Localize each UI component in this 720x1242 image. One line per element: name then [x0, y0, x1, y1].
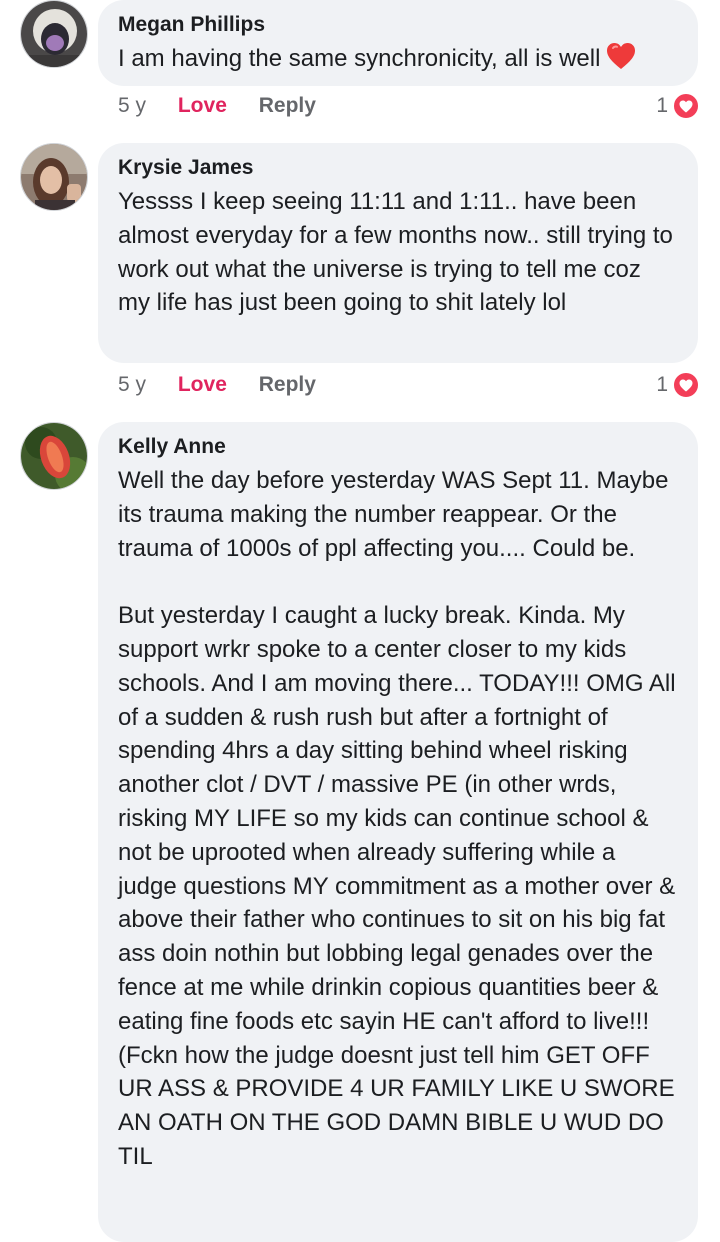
- heart-reaction-icon: [672, 371, 700, 399]
- red-heart-icon: [606, 42, 636, 80]
- reaction-count: 1: [656, 94, 668, 117]
- love-button[interactable]: Love: [178, 94, 227, 117]
- comment-timestamp[interactable]: 5 y: [118, 373, 146, 396]
- reaction-summary[interactable]: 1: [656, 91, 700, 121]
- avatar[interactable]: [20, 0, 88, 68]
- comment-author[interactable]: Megan Phillips: [118, 12, 678, 38]
- comment-timestamp[interactable]: 5 y: [118, 94, 146, 117]
- reaction-count: 1: [656, 373, 668, 396]
- reply-button[interactable]: Reply: [259, 94, 316, 117]
- heart-reaction-icon: [672, 92, 700, 120]
- love-button[interactable]: Love: [178, 373, 227, 396]
- comment-text: Yessss I keep seeing 11:11 and 1:11.. ha…: [118, 188, 680, 317]
- reply-button[interactable]: Reply: [259, 373, 316, 396]
- avatar[interactable]: [20, 422, 88, 490]
- comment-author[interactable]: Krysie James: [118, 155, 678, 181]
- comment-text: Well the day before yesterday WAS Sept 1…: [118, 467, 676, 1170]
- comment-text: I am having the same synchronicity, all …: [118, 42, 678, 80]
- comment-bubble: Krysie James Yessss I keep seeing 11:11 …: [98, 143, 698, 363]
- comment-actions: 5 y Love Reply: [118, 370, 316, 400]
- reaction-summary[interactable]: 1: [656, 370, 700, 400]
- avatar[interactable]: [20, 143, 88, 211]
- comment-bubble: Megan Phillips I am having the same sync…: [98, 0, 698, 86]
- comment-bubble: Kelly Anne Well the day before yesterday…: [98, 422, 698, 1242]
- comment-actions: 5 y Love Reply: [118, 91, 316, 121]
- comment-author[interactable]: Kelly Anne: [118, 434, 678, 460]
